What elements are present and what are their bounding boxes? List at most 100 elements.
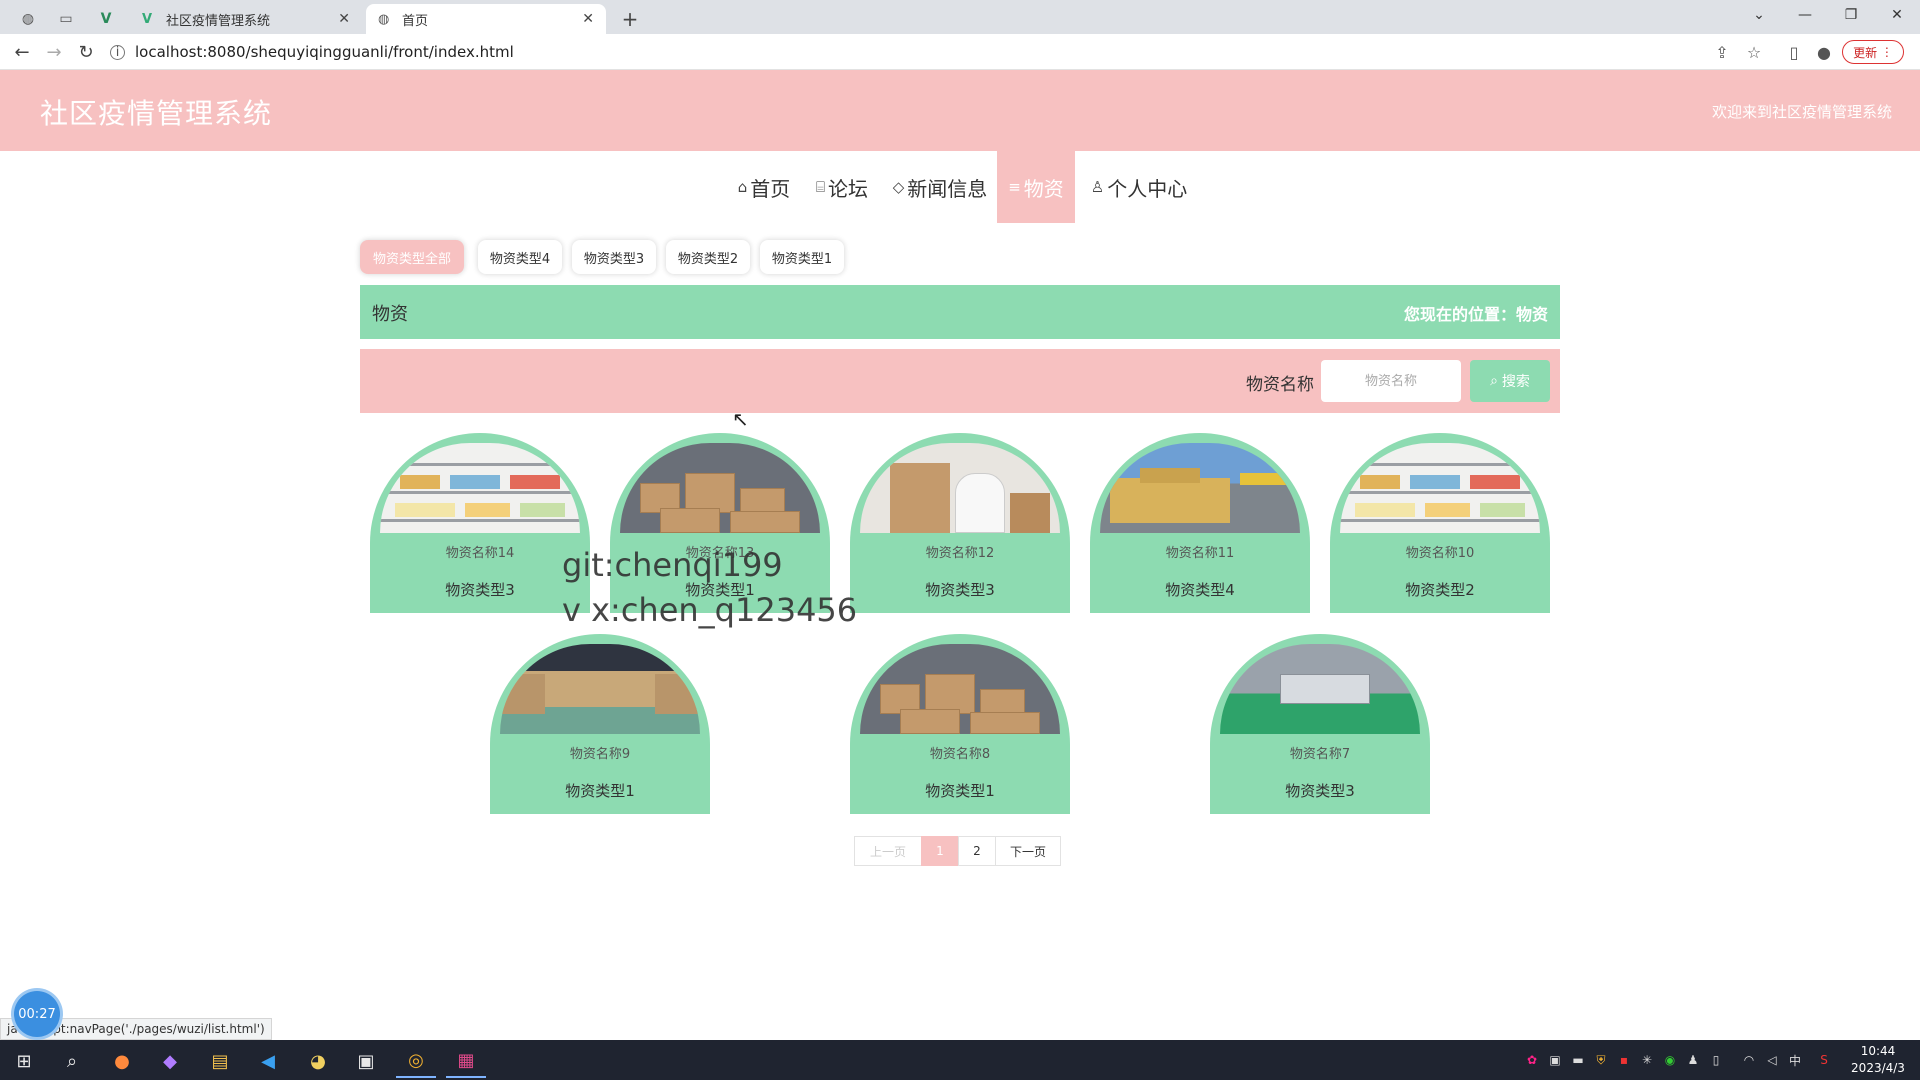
tray-app-icon[interactable]: ▪ xyxy=(1614,1050,1634,1070)
filter-type1[interactable]: 物资类型1 xyxy=(760,240,844,274)
globe-icon: ◍ xyxy=(378,11,390,27)
profile-icon[interactable]: ● xyxy=(1812,40,1836,64)
item-card[interactable]: 物资名称10 物资类型2 xyxy=(1330,433,1550,613)
app-chick-icon[interactable]: ◕ xyxy=(298,1044,338,1078)
tab-search-icon[interactable]: ⌄ xyxy=(1736,0,1782,30)
tab-system[interactable]: V 社区疫情管理系统 ✕ xyxy=(130,4,362,34)
clock-date: 2023/4/3 xyxy=(1851,1061,1905,1075)
reload-icon[interactable]: ↻ xyxy=(72,38,100,66)
url-field[interactable]: i localhost:8080/shequyiqingguanli/front… xyxy=(110,38,1710,66)
app-mask-icon[interactable]: ◆ xyxy=(150,1044,190,1078)
share-icon[interactable]: ⇪ xyxy=(1710,40,1734,64)
filter-type3[interactable]: 物资类型3 xyxy=(572,240,656,274)
bookmark-star-icon[interactable]: ☆ xyxy=(1742,40,1766,64)
nav-home[interactable]: ⌂ 首页 xyxy=(730,151,798,223)
search-icon[interactable]: ⌕ xyxy=(52,1044,92,1078)
search-button[interactable]: ⌕ 搜索 xyxy=(1470,360,1550,402)
site-header: 社区疫情管理系统 欢迎来到社区疫情管理系统 xyxy=(0,70,1920,151)
close-icon[interactable]: ✕ xyxy=(338,11,350,27)
item-name: 物资名称9 xyxy=(569,747,631,762)
globe-icon[interactable]: ◍ xyxy=(10,4,46,34)
prev-page-button[interactable]: 上一页 xyxy=(854,836,922,866)
tray-app-icon[interactable]: ✿ xyxy=(1522,1050,1542,1070)
chrome-icon[interactable]: ◎ xyxy=(396,1044,436,1078)
system-clock[interactable]: 10:44 2023/4/3 xyxy=(1840,1043,1916,1077)
item-type: 物资类型3 xyxy=(445,581,515,599)
filter-all[interactable]: 物资类型全部 xyxy=(360,240,464,274)
shield-icon[interactable]: ⛨ xyxy=(1591,1050,1611,1070)
page-1-button[interactable]: 1 xyxy=(921,836,959,866)
item-type: 物资类型3 xyxy=(1285,782,1355,800)
wifi-icon[interactable]: ◠ xyxy=(1739,1050,1759,1070)
item-card[interactable]: 物资名称7 物资类型3 xyxy=(1210,634,1430,814)
tab-home[interactable]: ◍ 首页 ✕ xyxy=(366,4,606,34)
minimize-button[interactable]: — xyxy=(1782,0,1828,30)
back-arrow-icon[interactable]: ← xyxy=(8,38,36,66)
url-text: localhost:8080/shequyiqingguanli/front/i… xyxy=(135,43,514,61)
usb-icon[interactable]: ▯ xyxy=(1706,1050,1726,1070)
tray-app-icon[interactable]: ▣ xyxy=(1545,1050,1565,1070)
main-nav: ⌂ 首页 ⌸ 论坛 ◇ 新闻信息 ≡ 物资 ♙ 个人中心 xyxy=(0,151,1920,223)
nav-label: 首页 xyxy=(750,176,791,201)
vue-logo-icon[interactable]: V xyxy=(88,4,124,34)
info-icon[interactable]: i xyxy=(110,44,125,60)
item-name: 物资名称11 xyxy=(1165,546,1235,561)
search-input[interactable] xyxy=(1321,360,1461,402)
ime-indicator[interactable]: 中 xyxy=(1785,1050,1805,1070)
nav-label: 新闻信息 xyxy=(907,176,988,201)
tray-app-icon[interactable]: ▬ xyxy=(1568,1050,1588,1070)
close-icon[interactable]: ✕ xyxy=(582,11,594,27)
item-card[interactable]: 物资名称11 物资类型4 xyxy=(1090,433,1310,613)
nav-label: 论坛 xyxy=(828,176,868,201)
qq-icon[interactable]: ♟ xyxy=(1683,1050,1703,1070)
page-2-button[interactable]: 2 xyxy=(958,836,996,866)
side-panel-icon[interactable]: ▯ xyxy=(1782,40,1806,64)
search-bar: 物资名称 ⌕ 搜索 xyxy=(360,349,1560,413)
welcome-text: 欢迎来到社区疫情管理系统 xyxy=(1711,103,1892,121)
watermark-line: git:chenqi199 xyxy=(562,546,783,584)
item-name: 物资名称8 xyxy=(929,747,991,762)
nav-label: 物资 xyxy=(1023,176,1064,201)
firefox-icon[interactable]: ● xyxy=(102,1044,142,1078)
new-tab-button[interactable]: + xyxy=(615,4,645,34)
item-type: 物资类型4 xyxy=(1165,581,1235,599)
nav-supplies[interactable]: ≡ 物资 xyxy=(997,151,1075,223)
filter-type2[interactable]: 物资类型2 xyxy=(666,240,750,274)
item-name: 物资名称14 xyxy=(445,546,515,561)
close-window-button[interactable]: ✕ xyxy=(1874,0,1920,30)
taskbar: ⊞ ⌕ ● ◆ ▤ ◀ ◕ ▣ ◎ ▦ ✿ ▣ ▬ ⛨ ▪ ✳ ◉ ♟ ▯ ◠ … xyxy=(0,1040,1920,1080)
vscode-icon[interactable]: ◀ xyxy=(248,1044,288,1078)
nav-profile[interactable]: ♙ 个人中心 xyxy=(1085,151,1193,223)
book-icon: ⌸ xyxy=(815,178,825,196)
item-card[interactable]: 物资名称14 物资类型3 xyxy=(370,433,590,613)
mouse-cursor-icon: ↖ xyxy=(732,407,749,431)
tray-app-icon[interactable]: ✳ xyxy=(1637,1050,1657,1070)
file-explorer-icon[interactable]: ▤ xyxy=(200,1044,240,1078)
recording-timer[interactable]: 00:27 xyxy=(14,991,60,1037)
sogou-icon[interactable]: S xyxy=(1814,1050,1834,1070)
browser-tab-strip: ◍ ▭ V V 社区疫情管理系统 ✕ ◍ 首页 ✕ + ⌄ — ❐ ✕ xyxy=(0,0,1920,34)
intellij-icon[interactable]: ▦ xyxy=(446,1044,486,1078)
search-button-label: 搜索 xyxy=(1501,374,1530,390)
terminal-icon[interactable]: ▣ xyxy=(346,1044,386,1078)
vue-logo-icon: V xyxy=(142,11,153,27)
forward-arrow-icon[interactable]: → xyxy=(40,38,68,66)
blank-tab-icon[interactable]: ▭ xyxy=(48,4,84,34)
update-button[interactable]: 更新 ⋮ xyxy=(1842,40,1904,64)
item-card[interactable]: 物资名称8 物资类型1 xyxy=(850,634,1070,814)
restore-button[interactable]: ❐ xyxy=(1828,0,1874,30)
wechat-icon[interactable]: ◉ xyxy=(1660,1050,1680,1070)
nav-news[interactable]: ◇ 新闻信息 xyxy=(886,151,994,223)
item-type: 物资类型2 xyxy=(1405,581,1475,599)
nav-label: 个人中心 xyxy=(1107,176,1188,201)
volume-icon[interactable]: ◁ xyxy=(1762,1050,1782,1070)
clock-time: 10:44 xyxy=(1860,1044,1896,1058)
item-card[interactable]: 物资名称9 物资类型1 xyxy=(490,634,710,814)
watermark-line: v x:chen_q123456 xyxy=(562,591,858,629)
next-page-button[interactable]: 下一页 xyxy=(995,836,1061,866)
item-card[interactable]: 物资名称12 物资类型3 xyxy=(850,433,1070,613)
windows-start-icon[interactable]: ⊞ xyxy=(4,1044,44,1078)
nav-forum[interactable]: ⌸ 论坛 xyxy=(808,151,876,223)
filter-type4[interactable]: 物资类型4 xyxy=(478,240,562,274)
watermark: git:chenqi199 v x:chen_q123456 xyxy=(562,543,857,633)
